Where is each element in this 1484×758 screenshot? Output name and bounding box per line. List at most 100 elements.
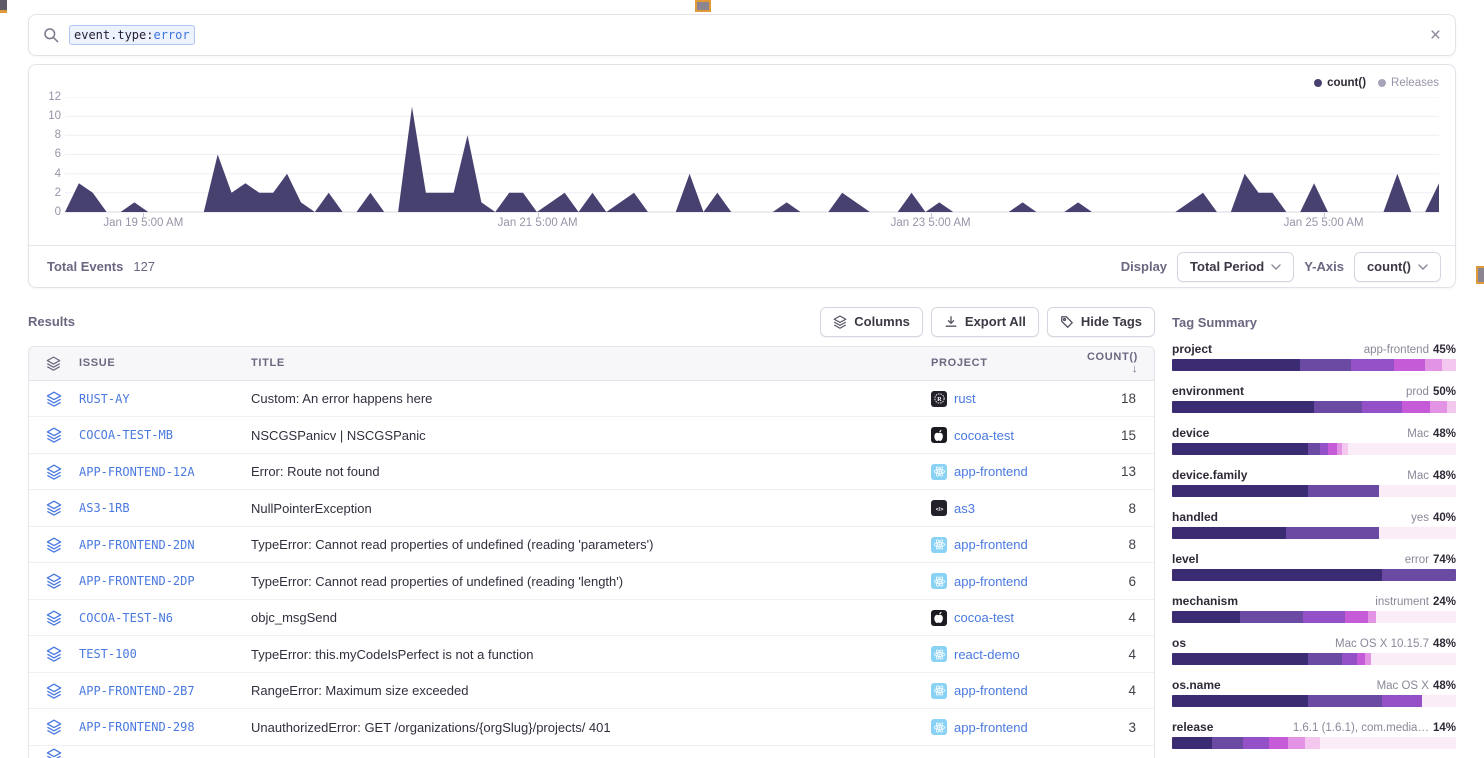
- tag-bar-segment[interactable]: [1172, 359, 1300, 371]
- tag-top-value: instrument24%: [1375, 596, 1456, 608]
- header-issue[interactable]: ISSUE: [79, 357, 251, 369]
- tag-bar-segment[interactable]: [1303, 611, 1346, 623]
- issue-link[interactable]: COCOA-TEST-MB: [79, 428, 251, 442]
- tag-bar-segment[interactable]: [1305, 737, 1319, 749]
- tag-bar[interactable]: [1172, 359, 1456, 371]
- tag-bar-segment[interactable]: [1425, 359, 1442, 371]
- issue-link[interactable]: APP-FRONTEND-2DN: [79, 538, 251, 552]
- tag-bar-segment[interactable]: [1348, 443, 1456, 455]
- tag-bar-segment[interactable]: [1442, 359, 1456, 371]
- tag-bar-segment[interactable]: [1371, 653, 1456, 665]
- tag-bar[interactable]: [1172, 737, 1456, 749]
- tag-bar-segment[interactable]: [1300, 359, 1351, 371]
- header-count-sort[interactable]: COUNT() ↓: [1078, 351, 1154, 375]
- project-link[interactable]: rust: [954, 391, 976, 406]
- tag-bar-segment[interactable]: [1172, 527, 1286, 539]
- project-link[interactable]: app-frontend: [954, 574, 1028, 589]
- tag-bar-segment[interactable]: [1172, 485, 1308, 497]
- tag-bar-segment[interactable]: [1382, 695, 1422, 707]
- tag-bar-segment[interactable]: [1212, 737, 1243, 749]
- tag-bar-segment[interactable]: [1379, 527, 1456, 539]
- tag-item-project: projectapp-frontend45%: [1172, 342, 1456, 371]
- project-link[interactable]: app-frontend: [954, 683, 1028, 698]
- project-link[interactable]: as3: [954, 501, 975, 516]
- tag-bar-segment[interactable]: [1240, 611, 1302, 623]
- tag-bar-segment[interactable]: [1286, 527, 1380, 539]
- tag-bar-segment[interactable]: [1320, 737, 1456, 749]
- display-dropdown[interactable]: Total Period: [1177, 252, 1294, 282]
- tag-bar-segment[interactable]: [1430, 401, 1447, 413]
- tag-bar[interactable]: [1172, 527, 1456, 539]
- tag-bar-segment[interactable]: [1351, 359, 1394, 371]
- tag-bar-segment[interactable]: [1308, 653, 1342, 665]
- y-tick-label: 4: [29, 166, 61, 182]
- tag-bar-segment[interactable]: [1172, 443, 1308, 455]
- table-row: AS3-1RBNullPointerException</>as38: [29, 490, 1154, 527]
- tag-bar-segment[interactable]: [1172, 653, 1308, 665]
- issue-link[interactable]: APP-FRONTEND-2B7: [79, 684, 251, 698]
- tag-bar[interactable]: [1172, 653, 1456, 665]
- tag-bar-segment[interactable]: [1288, 737, 1305, 749]
- tag-bar-segment[interactable]: [1172, 569, 1382, 581]
- search-filter-token[interactable]: event.type:error: [69, 25, 195, 45]
- tag-bar-segment[interactable]: [1394, 359, 1425, 371]
- tag-bar[interactable]: [1172, 443, 1456, 455]
- columns-button[interactable]: Columns: [820, 307, 923, 337]
- tag-bar-segment[interactable]: [1368, 611, 1377, 623]
- issue-link[interactable]: RUST-AY: [79, 392, 251, 406]
- project-link[interactable]: cocoa-test: [954, 428, 1014, 443]
- issue-link[interactable]: AS3-1RB: [79, 501, 251, 515]
- tag-summary-list: projectapp-frontend45%environmentprod50%…: [1172, 342, 1456, 749]
- tag-bar-segment[interactable]: [1172, 737, 1212, 749]
- search-bar[interactable]: event.type:error ×: [28, 14, 1456, 56]
- issue-link[interactable]: APP-FRONTEND-12A: [79, 465, 251, 479]
- tag-bar-segment[interactable]: [1382, 569, 1456, 581]
- issue-link[interactable]: COCOA-TEST-N6: [79, 611, 251, 625]
- issue-link[interactable]: APP-FRONTEND-298: [79, 720, 251, 734]
- tag-bar-segment[interactable]: [1345, 611, 1368, 623]
- export-all-button[interactable]: Export All: [931, 307, 1039, 337]
- tag-bar[interactable]: [1172, 695, 1456, 707]
- tag-bar[interactable]: [1172, 401, 1456, 413]
- project-link[interactable]: react-demo: [954, 647, 1020, 662]
- header-project[interactable]: PROJECT: [931, 357, 1078, 369]
- project-link[interactable]: app-frontend: [954, 720, 1028, 735]
- tag-bar-segment[interactable]: [1172, 401, 1314, 413]
- tag-bar-segment[interactable]: [1357, 653, 1366, 665]
- events-chart[interactable]: [65, 97, 1439, 213]
- tag-bar-segment[interactable]: [1328, 443, 1337, 455]
- tag-bar-segment[interactable]: [1308, 443, 1319, 455]
- tag-bar-segment[interactable]: [1362, 401, 1402, 413]
- tag-bar-segment[interactable]: [1402, 401, 1430, 413]
- results-title: Results: [28, 314, 75, 329]
- tag-bar-segment[interactable]: [1172, 695, 1308, 707]
- tag-bar[interactable]: [1172, 569, 1456, 581]
- tag-bar-segment[interactable]: [1342, 653, 1356, 665]
- tag-bar-segment[interactable]: [1243, 737, 1269, 749]
- tag-bar-segment[interactable]: [1376, 611, 1456, 623]
- tag-bar-segment[interactable]: [1314, 401, 1362, 413]
- issue-link[interactable]: APP-FRONTEND-2DP: [79, 574, 251, 588]
- clear-search-icon[interactable]: ×: [1430, 26, 1441, 45]
- legend-item-Releases[interactable]: Releases: [1378, 77, 1439, 89]
- project-link[interactable]: cocoa-test: [954, 610, 1014, 625]
- tag-bar-segment[interactable]: [1447, 401, 1456, 413]
- hide-tags-button[interactable]: Hide Tags: [1047, 307, 1155, 337]
- tag-bar-segment[interactable]: [1172, 611, 1240, 623]
- tag-bar-segment[interactable]: [1308, 695, 1382, 707]
- header-title[interactable]: TITLE: [251, 357, 931, 369]
- tag-bar-segment[interactable]: [1308, 485, 1379, 497]
- y-axis-dropdown[interactable]: count(): [1354, 252, 1441, 282]
- tag-bar-segment[interactable]: [1320, 443, 1329, 455]
- tag-bar-segment[interactable]: [1379, 485, 1456, 497]
- tag-bar-segment[interactable]: [1269, 737, 1289, 749]
- count-value: 6: [1078, 574, 1154, 589]
- issue-link[interactable]: TEST-100: [79, 647, 251, 661]
- tag-bar[interactable]: [1172, 485, 1456, 497]
- legend-item-count[interactable]: count(): [1314, 77, 1366, 89]
- react-project-icon: [931, 537, 947, 553]
- tag-bar-segment[interactable]: [1422, 695, 1456, 707]
- project-link[interactable]: app-frontend: [954, 464, 1028, 479]
- tag-bar[interactable]: [1172, 611, 1456, 623]
- project-link[interactable]: app-frontend: [954, 537, 1028, 552]
